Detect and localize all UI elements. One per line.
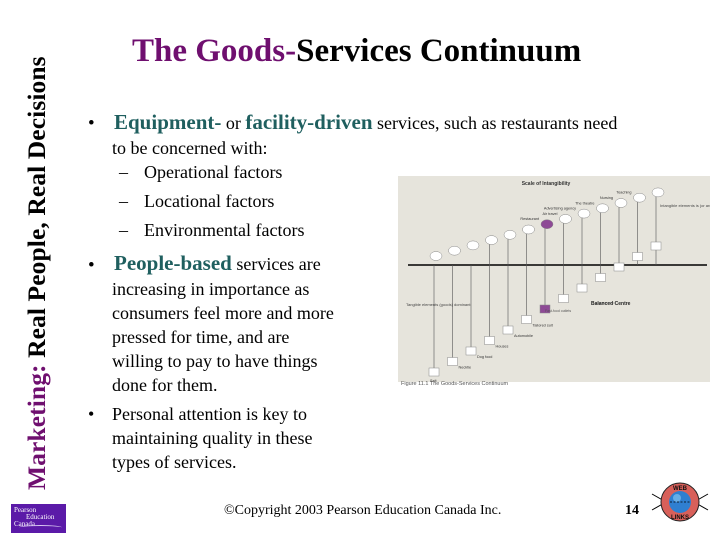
page-number: 14 [625, 503, 639, 518]
bullet-marker: • [88, 255, 95, 276]
bullet-2-line: done for them. [112, 375, 218, 395]
tangible-label: Tailored suit [533, 324, 554, 328]
intangible-label: Advertising agency [544, 207, 576, 211]
tangible-square [595, 273, 606, 282]
bullet-3-line: Personal attention is key to [112, 404, 307, 424]
intangible-label: The theatre [575, 201, 594, 205]
bullet-1-line-1: Equipment- or facility-driven services, … [114, 110, 617, 135]
sidebar-title: Marketing: Real People, Real Decisions [22, 20, 52, 490]
goods-services-figure: Scale of Intangibility Restaurant Air tra… [398, 176, 720, 383]
intangible-circle [651, 187, 665, 198]
slide-title-rest: Services Continuum [296, 33, 582, 69]
bullet-marker: • [88, 404, 95, 424]
bullet-3-line: maintaining quality in these [112, 428, 313, 448]
emphasis-equipment: Equipment- [114, 110, 222, 134]
tangible-square [502, 325, 514, 335]
text-services-are: services are [231, 254, 321, 274]
intangible-label: Restaurant [520, 217, 540, 221]
tangible-square [447, 357, 458, 366]
intangible-circle [596, 203, 609, 214]
web-links-top: WEB [673, 486, 688, 492]
tangible-square [521, 315, 532, 324]
bullet-2-line: consumers feel more and more [112, 303, 334, 323]
copyright: ©Copyright 2003 Pearson Education Canada… [224, 503, 502, 518]
intangible-circle [559, 214, 572, 224]
intangible-circle [485, 235, 498, 245]
balanced-centre-label: Balanced Centre [591, 301, 631, 307]
subitem-locational: Locational factors [144, 191, 275, 211]
tangible-square [650, 241, 662, 251]
intangible-circle [503, 230, 517, 240]
intangible-label: Nursing [600, 196, 613, 200]
tangible-square [613, 262, 625, 272]
tangible-square [558, 294, 569, 303]
slide-title: The Goods-Services Continuum [132, 33, 581, 70]
dash-icon: – [119, 162, 128, 182]
logo-swoosh [19, 525, 62, 530]
sidebar-title-rest: Real People, Real Decisions [22, 56, 51, 365]
bullet-3-line: types of services. [112, 452, 237, 472]
bullet-2-line-1: People-based services are [114, 251, 321, 276]
text-services: services, such as restaurants need [372, 113, 618, 133]
tangible-square [576, 283, 588, 293]
figure-heading: Scale of Intangibility [522, 181, 571, 187]
bullet-2-line: willing to pay to have things [112, 351, 318, 371]
intangible-circle [577, 208, 591, 219]
tangible-note: Tangible elements (goods) dominant [406, 302, 471, 307]
web-links-button[interactable]: WEB LINKS [650, 474, 710, 530]
tangible-square [632, 252, 643, 261]
intangible-label: Teaching [616, 191, 631, 195]
subitem-environmental: Environmental factors [144, 220, 305, 240]
tangible-label: Necktie [459, 366, 472, 370]
pearson-logo: Pearson Education Canada [11, 504, 66, 533]
intangible-note: Intangible elements is (or are) dominant [660, 203, 710, 208]
dash-icon: – [119, 220, 128, 240]
tangible-square [465, 346, 477, 356]
intangible-circle [614, 198, 628, 208]
bullet-marker: • [88, 113, 95, 134]
tangible-square [428, 367, 440, 377]
intangible-circle [448, 245, 461, 256]
tangible-square [484, 336, 495, 345]
intangible-circle [633, 192, 646, 203]
balanced-circle [540, 219, 554, 229]
bullet-1-line-2: to be concerned with: [112, 138, 268, 158]
intangible-circle [429, 251, 443, 261]
intangible-circle [522, 224, 535, 235]
dash-icon: – [119, 191, 128, 211]
emphasis-people-based: People-based [114, 251, 232, 275]
figure-caption: Figure 11.1 The Goods-Services Continuum [401, 381, 509, 387]
slide-title-accent: The Goods- [132, 33, 297, 69]
tangible-label: Dog food [477, 355, 492, 359]
tangible-label: Automobile [514, 334, 533, 338]
subitem-operational: Operational factors [144, 162, 283, 182]
tangible-label: Houses [496, 345, 509, 349]
emphasis-facility-driven: facility-driven [245, 110, 373, 134]
web-links-bottom: LINKS [671, 515, 689, 521]
sidebar-title-accent: Marketing: [22, 364, 51, 490]
text-or: or [221, 113, 246, 133]
balanced-sub-label: Fast-food outlets [545, 309, 571, 313]
bullet-2-line: pressed for time, and are [112, 327, 290, 347]
intangible-circle [466, 240, 480, 251]
continuum-diagram: Scale of Intangibility RestaurantAir tra… [406, 181, 720, 383]
intangible-label: Air travel [543, 212, 558, 216]
bullet-2-line: increasing in importance as [112, 279, 310, 299]
web-links-icon: WEB LINKS [651, 482, 709, 522]
